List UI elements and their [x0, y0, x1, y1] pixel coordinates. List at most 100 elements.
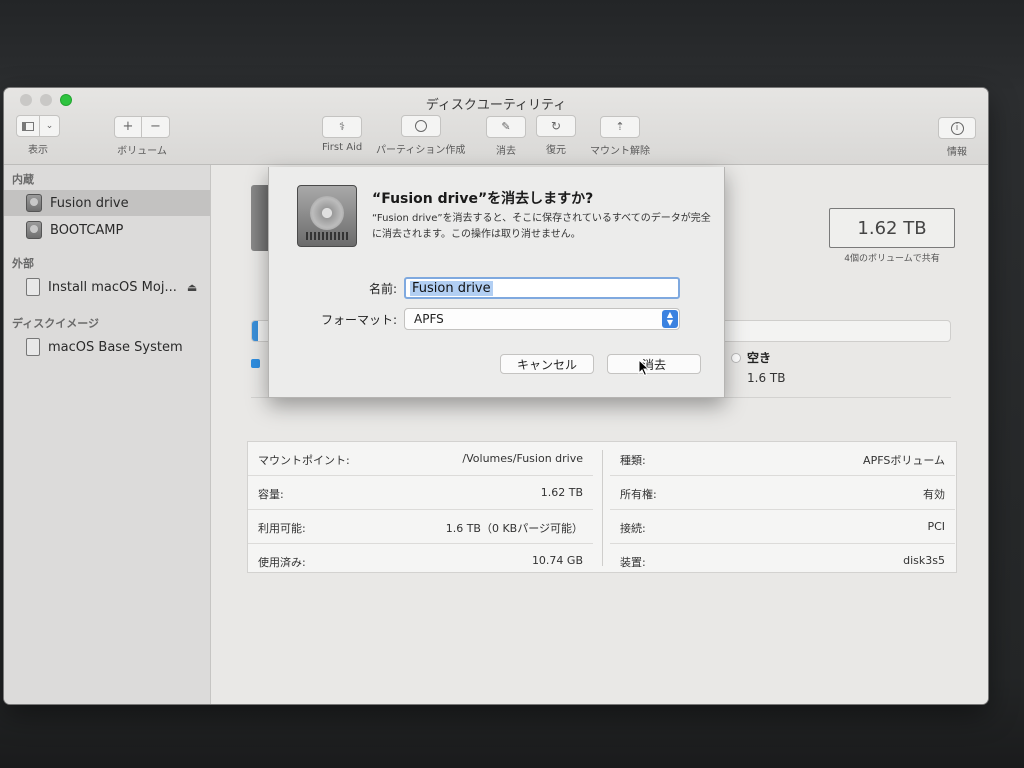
- restore-button[interactable]: ↻: [536, 115, 576, 137]
- sidebar-item-macos-base-system[interactable]: macOS Base System: [4, 334, 210, 360]
- usage-bar-used: [252, 321, 258, 341]
- mouse-cursor-icon: [638, 359, 650, 377]
- remove-volume-button[interactable]: −: [142, 115, 170, 138]
- titlebar: ディスクユーティリティ ⌄ 表示 + − ボリューム ⚕ First Aid パ…: [4, 88, 988, 165]
- info-value: /Volumes/Fusion drive: [462, 452, 583, 465]
- sidebar-section-disk-images: ディスクイメージ: [12, 317, 100, 330]
- erase-toolbar-label: 消去: [496, 145, 516, 157]
- dialog-title: “Fusion drive”を消去しますか?: [372, 191, 594, 207]
- format-select[interactable]: APFS ▲ ▼: [404, 308, 680, 330]
- info-value: 10.74 GB: [531, 554, 583, 567]
- sidebar-item-install-macos[interactable]: Install macOS Moj... ⏏: [4, 274, 210, 300]
- info-key: マウントポイント:: [258, 454, 350, 467]
- free-legend-swatch: [731, 353, 741, 363]
- info-key: 所有権:: [620, 488, 657, 501]
- sidebar-item-label: macOS Base System: [48, 339, 183, 355]
- info-column-left: マウントポイント: /Volumes/Fusion drive 容量: 1.62 T…: [248, 442, 593, 577]
- info-button[interactable]: i: [938, 117, 976, 139]
- info-key: 装置:: [620, 556, 646, 569]
- erase-button[interactable]: 消去: [607, 354, 701, 374]
- format-label: フォーマット:: [320, 313, 397, 327]
- pie-chart-icon: [414, 120, 427, 132]
- info-column-right: 種類: APFSボリューム 所有権: 有効 接続: PCI 装置: disk3s5: [610, 442, 955, 577]
- unmount-label: マウント解除: [590, 145, 650, 157]
- info-row: 接続: PCI: [610, 510, 955, 544]
- name-input[interactable]: Fusion drive: [404, 277, 680, 299]
- info-key: 容量:: [258, 488, 284, 501]
- minus-icon: −: [150, 119, 161, 134]
- chevron-down-icon: ⌄: [45, 121, 54, 131]
- erase-toolbar-button[interactable]: ✎: [486, 115, 526, 138]
- first-aid-button[interactable]: ⚕: [322, 115, 363, 138]
- info-icon: i: [950, 121, 964, 135]
- info-key: 利用可能:: [258, 522, 306, 535]
- unmount-button[interactable]: ⇡: [600, 115, 640, 138]
- info-row: 利用可能: 1.6 TB（0 KBパージ可能）: [248, 510, 593, 544]
- info-row: 容量: 1.62 TB: [248, 476, 593, 510]
- sidebar-toggle-button[interactable]: [16, 115, 40, 137]
- sidebar-section-external: 外部: [12, 257, 34, 270]
- restore-control: ↻ 復元: [536, 115, 576, 156]
- view-label: 表示: [28, 145, 48, 156]
- first-aid-control: ⚕ First Aid: [322, 115, 362, 153]
- info-control: i 情報: [938, 115, 976, 158]
- restore-label: 復元: [546, 145, 566, 156]
- info-column-divider: [602, 450, 603, 566]
- window-title: ディスクユーティリティ: [425, 98, 567, 113]
- plus-icon: +: [122, 119, 134, 134]
- view-menu-button[interactable]: ⌄: [40, 115, 60, 137]
- hard-disk-icon: [26, 221, 42, 239]
- restore-arrow-icon: ↻: [550, 119, 562, 133]
- sidebar: 内蔵 Fusion drive BOOTCAMP 外部 Install macO…: [4, 165, 211, 704]
- capacity-box: 1.62 TB: [829, 208, 955, 248]
- partition-control: パーティション作成: [376, 115, 465, 156]
- erase-dialog: “Fusion drive”を消去しますか? “Fusion drive”を消去…: [268, 167, 725, 398]
- platter-icon: [310, 196, 344, 230]
- sidebar-item-label: BOOTCAMP: [50, 222, 124, 238]
- volume-label: ボリューム: [117, 145, 167, 157]
- pencil-square-icon: ✎: [501, 120, 511, 133]
- info-key: 接続:: [620, 522, 646, 535]
- first-aid-label: First Aid: [322, 141, 363, 153]
- info-value: disk3s5: [903, 554, 945, 567]
- view-control: ⌄ 表示: [16, 115, 60, 156]
- sidebar-item-bootcamp[interactable]: BOOTCAMP: [4, 217, 210, 243]
- info-row: 所有権: 有効: [610, 476, 955, 510]
- unmount-icon: ⇡: [615, 120, 625, 133]
- info-row: 装置: disk3s5: [610, 544, 955, 577]
- info-row: 種類: APFSボリューム: [610, 442, 955, 476]
- sidebar-item-label: Fusion drive: [50, 195, 129, 211]
- sidebar-item-fusion-drive[interactable]: Fusion drive: [4, 190, 210, 216]
- free-legend-label: 空き: [747, 351, 772, 365]
- info-value: 1.62 TB: [540, 486, 583, 499]
- name-input-value: Fusion drive: [410, 280, 493, 296]
- sidebar-icon: [22, 121, 34, 131]
- volume-control: + − ボリューム: [114, 115, 170, 157]
- capacity-shared-label: 4個のボリュームで共有: [844, 254, 940, 264]
- info-value: PCI: [927, 520, 945, 533]
- info-label: 情報: [947, 147, 967, 158]
- info-table: マウントポイント: /Volumes/Fusion drive 容量: 1.62 T…: [247, 441, 957, 573]
- name-label: 名前:: [368, 282, 397, 296]
- eject-icon[interactable]: ⏏: [187, 281, 197, 294]
- partition-button[interactable]: [400, 115, 441, 137]
- partition-label: パーティション作成: [376, 145, 466, 156]
- info-value: 有効: [923, 488, 945, 501]
- stethoscope-icon: ⚕: [339, 120, 346, 133]
- info-key: 種類:: [620, 454, 646, 467]
- info-row: 使用済み: 10.74 GB: [248, 544, 593, 577]
- info-key: 使用済み:: [258, 556, 306, 569]
- hard-disk-icon: [26, 194, 42, 212]
- free-legend-value: 1.6 TB: [747, 371, 786, 385]
- dialog-message: “Fusion drive”を消去すると、そこに保存されているすべてのデータが完…: [372, 213, 711, 240]
- info-value: APFSボリューム: [863, 454, 945, 467]
- external-disk-icon: [26, 278, 40, 296]
- erase-control: ✎ 消去: [486, 115, 526, 157]
- format-select-value: APFS: [414, 312, 444, 326]
- sidebar-section-internal: 内蔵: [12, 173, 34, 186]
- hard-drive-icon: [297, 185, 357, 247]
- updown-chevron-icon: ▲ ▼: [662, 310, 678, 328]
- add-volume-button[interactable]: +: [114, 115, 142, 138]
- cancel-button[interactable]: キャンセル: [500, 354, 594, 374]
- unmount-control: ⇡ マウント解除: [590, 115, 650, 157]
